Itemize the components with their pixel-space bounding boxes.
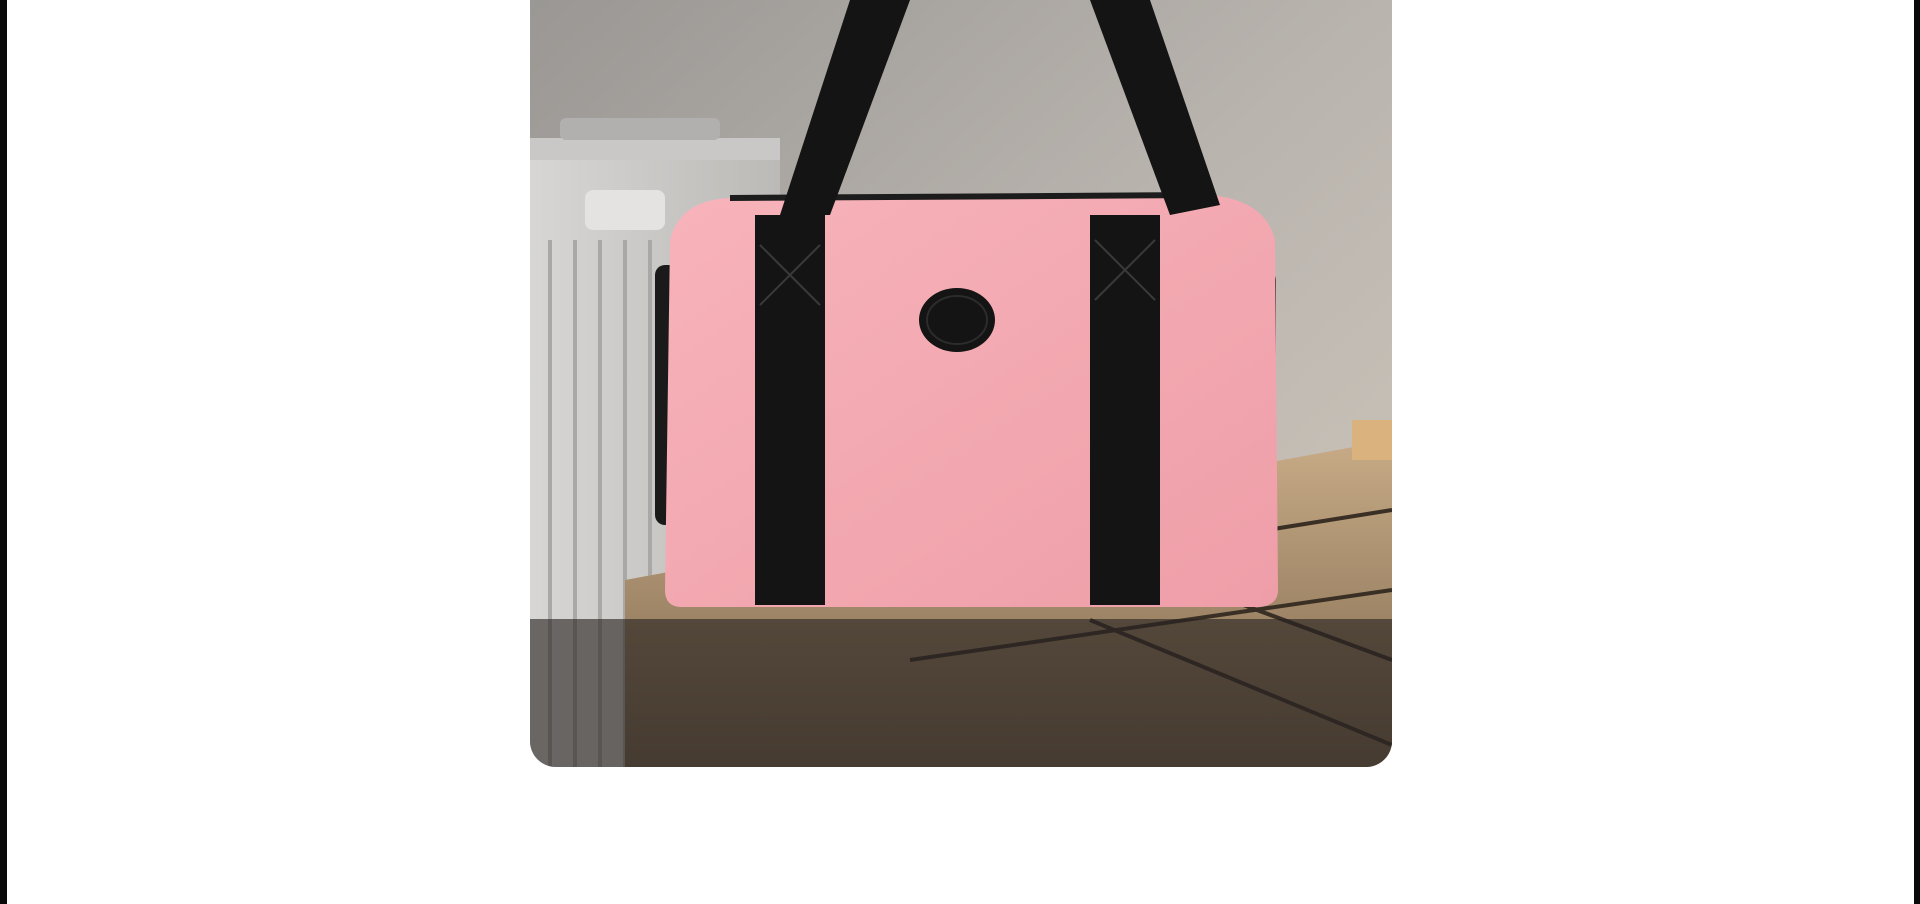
caption-band	[530, 619, 1392, 767]
color-variant-label: *粉 色	[42, 667, 296, 732]
frame-border-right	[1914, 0, 1920, 904]
product-variant-card[interactable]	[530, 0, 1392, 767]
frame-border-left	[0, 0, 7, 904]
